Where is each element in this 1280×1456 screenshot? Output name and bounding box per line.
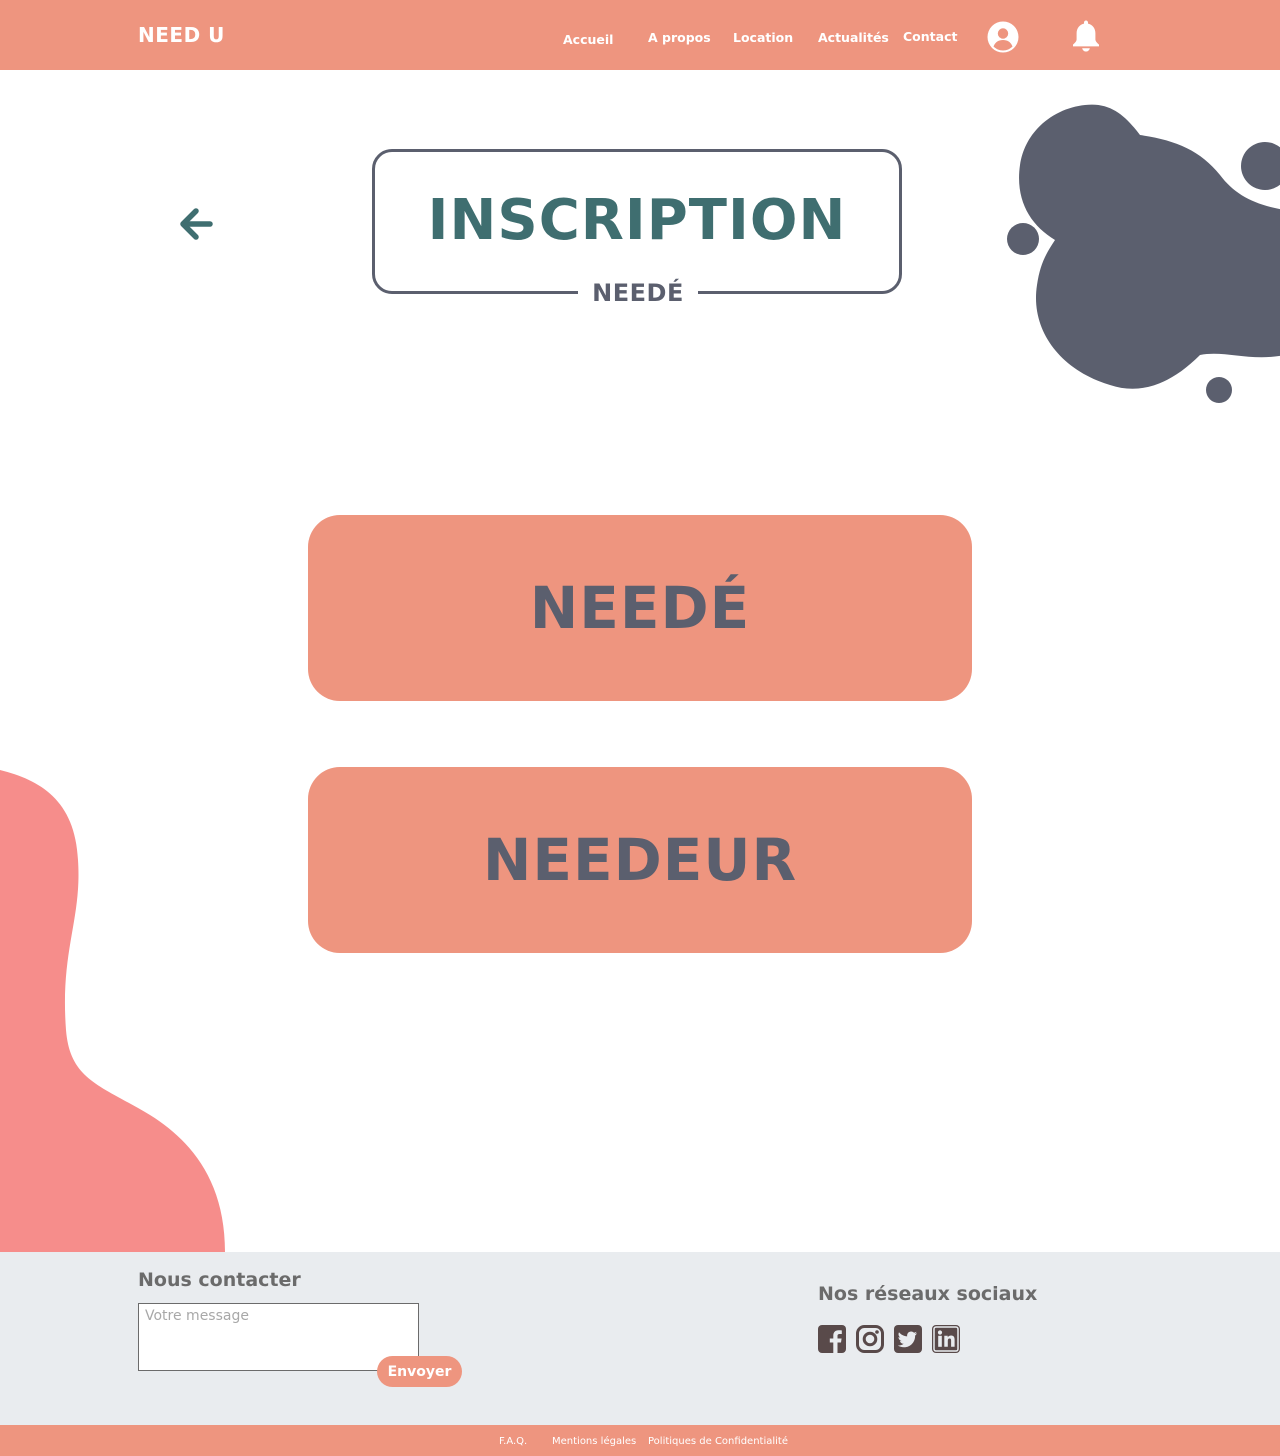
nav-link-accueil[interactable]: Accueil <box>563 32 613 47</box>
instagram-icon[interactable] <box>855 1324 885 1354</box>
nav-link-a-propos[interactable]: A propos <box>648 30 711 45</box>
facebook-icon[interactable] <box>817 1324 847 1354</box>
title-card: INSCRIPTION <box>372 149 902 294</box>
page-subtitle: NEEDÉ <box>592 279 684 307</box>
nav-link-actualites[interactable]: Actualités <box>818 30 889 45</box>
privacy-policy-link[interactable]: Politiques de Confidentialité <box>648 1436 788 1447</box>
needeur-choice-button[interactable]: NEEDEUR <box>308 767 972 953</box>
needeur-choice-label: NEEDEUR <box>482 826 798 894</box>
linkedin-icon[interactable] <box>931 1324 961 1354</box>
contact-title: Nous contacter <box>138 1269 301 1291</box>
neede-choice-label: NEEDÉ <box>529 574 751 642</box>
nav-link-location[interactable]: Location <box>733 30 793 45</box>
back-arrow-icon[interactable] <box>176 206 214 242</box>
social-title: Nos réseaux sociaux <box>818 1283 1038 1305</box>
nav-link-contact[interactable]: Contact <box>903 29 957 44</box>
footer: Nous contacter Envoyer Nos réseaux socia… <box>0 1252 1280 1425</box>
twitter-icon[interactable] <box>893 1324 923 1354</box>
faq-link[interactable]: F.A.Q. <box>499 1436 527 1447</box>
top-navbar: NEED U Accueil A propos Location Actuali… <box>0 0 1280 70</box>
bottom-bar: F.A.Q. Mentions légales Politiques de Co… <box>0 1425 1280 1456</box>
page-title: INSCRIPTION <box>427 188 847 253</box>
message-input[interactable] <box>138 1303 419 1371</box>
site-logo[interactable]: NEED U <box>138 23 225 47</box>
subtitle-container: NEEDÉ <box>578 278 698 310</box>
decorative-blob-dark <box>1007 104 1280 403</box>
send-button[interactable]: Envoyer <box>377 1356 462 1387</box>
user-circle-icon[interactable] <box>987 21 1019 53</box>
decorative-blob-pink <box>0 770 225 1252</box>
legal-notice-link[interactable]: Mentions légales <box>552 1436 636 1447</box>
neede-choice-button[interactable]: NEEDÉ <box>308 515 972 701</box>
bell-icon[interactable] <box>1071 19 1101 53</box>
